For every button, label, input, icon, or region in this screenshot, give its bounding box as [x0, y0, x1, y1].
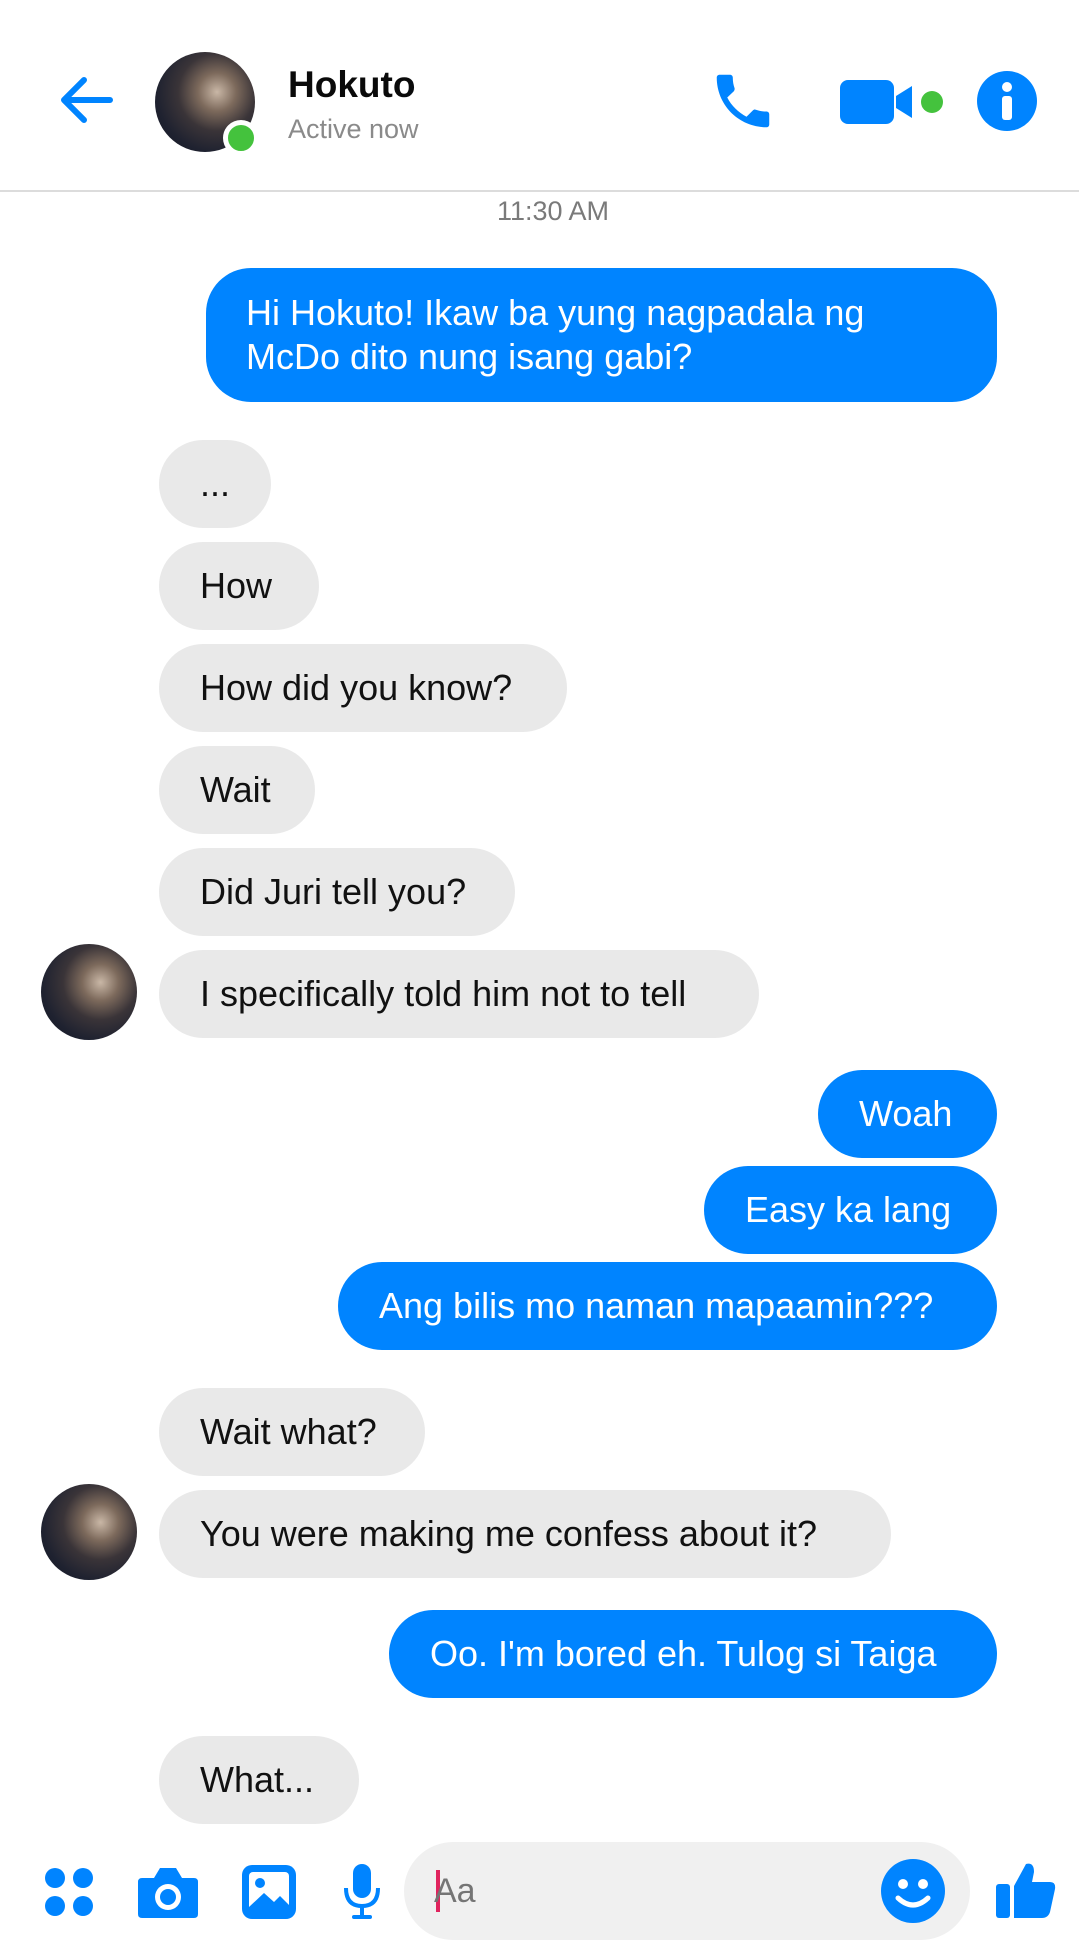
phone-icon[interactable] — [708, 66, 778, 136]
message-incoming[interactable]: What... — [159, 1736, 359, 1824]
sender-avatar[interactable] — [41, 1484, 137, 1580]
message-incoming[interactable]: How did you know? — [159, 644, 567, 732]
message-input-container — [404, 1842, 970, 1940]
message-incoming[interactable]: I specifically told him not to tell — [159, 950, 759, 1038]
emoji-icon[interactable] — [880, 1858, 946, 1924]
message-text: Did Juri tell you? — [200, 871, 467, 912]
message-outgoing[interactable]: Woah — [818, 1070, 997, 1158]
message-incoming[interactable]: Wait — [159, 746, 315, 834]
message-incoming[interactable]: You were making me confess about it? — [159, 1490, 891, 1578]
message-text: Easy ka lang — [745, 1189, 952, 1230]
message-text: Ang bilis mo naman mapaamin??? — [379, 1285, 934, 1326]
message-text: Woah — [859, 1093, 953, 1134]
chat-header: Hokuto Active now — [0, 0, 1079, 192]
message-outgoing[interactable]: Hi Hokuto! Ikaw ba yung nagpadala ng McD… — [206, 268, 997, 402]
message-text: Hi Hokuto! Ikaw ba yung nagpadala ng McD… — [246, 292, 865, 377]
sender-avatar[interactable] — [41, 944, 137, 1040]
contact-name[interactable]: Hokuto — [288, 64, 415, 106]
message-incoming[interactable]: How — [159, 542, 319, 630]
message-composer — [0, 1830, 1079, 1951]
message-text: You were making me confess about it? — [200, 1513, 818, 1554]
message-text: Wait — [200, 769, 271, 810]
message-text: I specifically told him not to tell — [200, 973, 687, 1014]
info-icon[interactable] — [976, 70, 1038, 132]
thumbs-up-icon[interactable] — [994, 1858, 1058, 1922]
message-text: ... — [200, 463, 231, 504]
message-timestamp: 11:30 AM — [496, 196, 610, 226]
microphone-icon[interactable] — [342, 1862, 382, 1922]
message-outgoing[interactable]: Easy ka lang — [704, 1166, 997, 1254]
message-text: What... — [200, 1759, 315, 1800]
message-text: How — [200, 565, 273, 606]
message-input[interactable] — [434, 1866, 854, 1916]
active-status-dot — [223, 120, 259, 156]
contact-status: Active now — [288, 114, 419, 144]
video-camera-icon[interactable] — [838, 76, 948, 128]
message-text: Wait what? — [200, 1411, 377, 1452]
back-arrow-icon[interactable] — [54, 68, 118, 132]
message-outgoing[interactable]: Ang bilis mo naman mapaamin??? — [338, 1262, 997, 1350]
messenger-chat-screen: Hokuto Active now 11:30 AM Hi Hokuto! Ik… — [0, 0, 1079, 1951]
message-text: Oo. I'm bored eh. Tulog si Taiga — [430, 1633, 937, 1674]
apps-icon[interactable] — [43, 1866, 95, 1918]
camera-icon[interactable] — [136, 1864, 200, 1920]
contact-avatar[interactable] — [155, 52, 259, 156]
message-incoming[interactable]: ... — [159, 440, 271, 528]
gallery-icon[interactable] — [240, 1863, 298, 1921]
message-incoming[interactable]: Wait what? — [159, 1388, 425, 1476]
message-incoming[interactable]: Did Juri tell you? — [159, 848, 515, 936]
message-outgoing[interactable]: Oo. I'm bored eh. Tulog si Taiga — [389, 1610, 997, 1698]
message-text: How did you know? — [200, 667, 513, 708]
